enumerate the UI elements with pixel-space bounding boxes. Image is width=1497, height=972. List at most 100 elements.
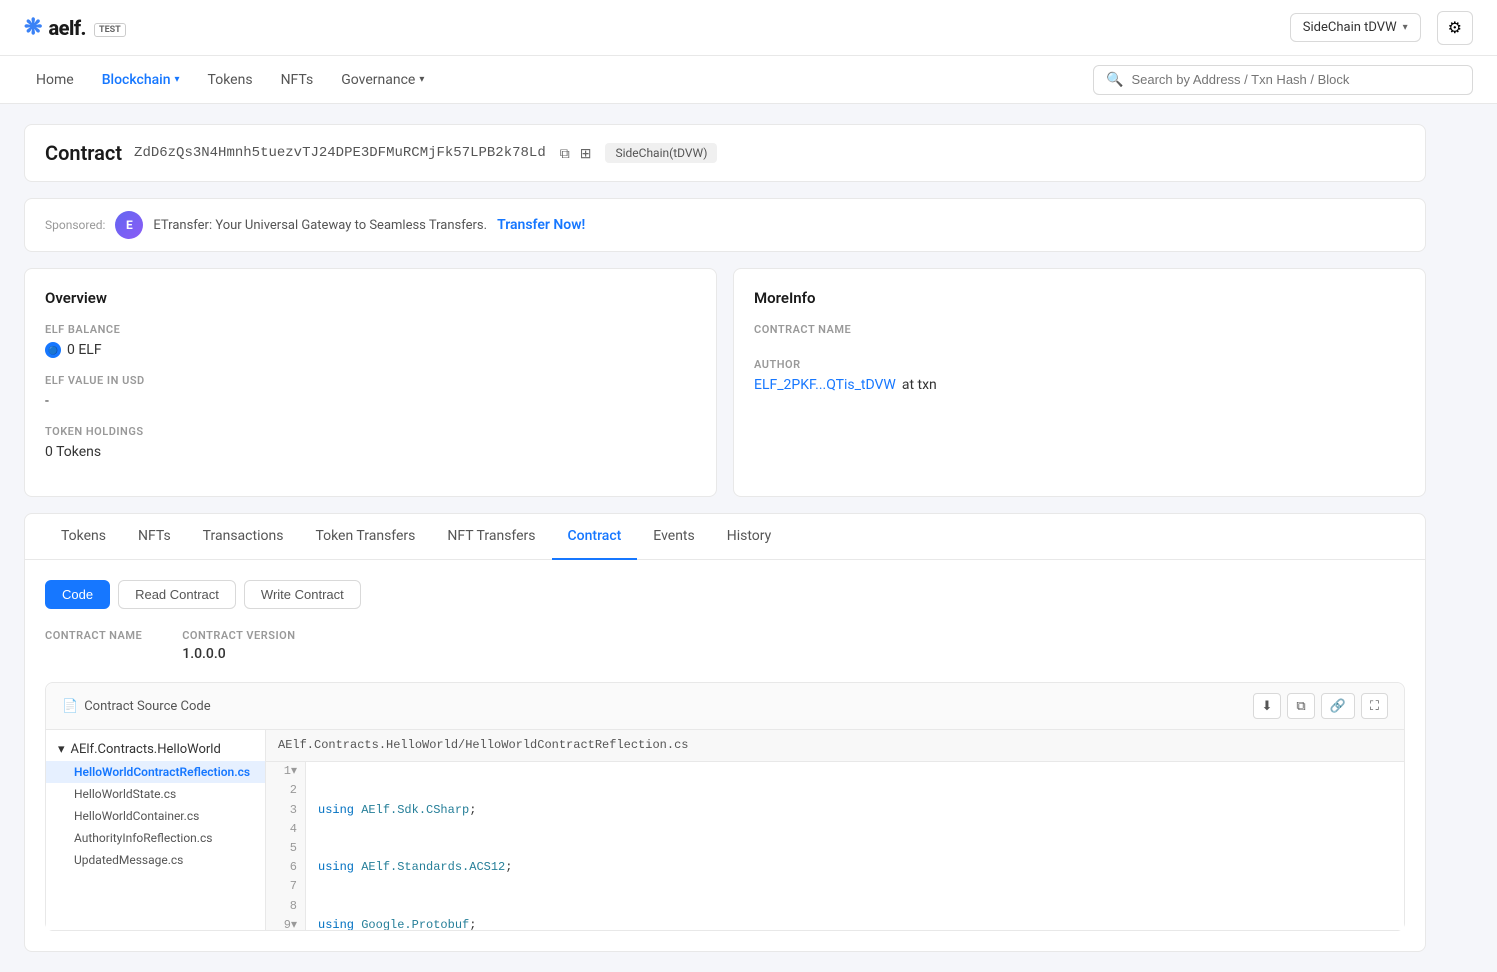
contract-version-info: CONTRACT VERSION 1.0.0.0 (182, 629, 295, 662)
header: ❋ aelf. TEST SideChain tDVW ▾ ⚙ (0, 0, 1497, 56)
nav-blockchain-label: Blockchain (102, 72, 171, 88)
more-info-title: MoreInfo (754, 289, 1405, 307)
search-icon: 🔍 (1106, 72, 1123, 88)
nav-item-blockchain[interactable]: Blockchain ▾ (90, 64, 192, 96)
source-actions: ⬇ ⧉ 🔗 ⛶ (1253, 693, 1389, 719)
code-line-3: using Google.Protobuf; (318, 916, 693, 930)
token-holdings-value: 0 Tokens (45, 444, 696, 460)
folder-name: AElf.Contracts.HelloWorld (71, 742, 221, 757)
elf-value-field: ELF VALUE IN USD - (45, 374, 696, 409)
chevron-down-icon: ▾ (419, 74, 424, 85)
contract-name-field: CONTRACT NAME (754, 323, 1405, 342)
version-label: CONTRACT VERSION (182, 629, 295, 642)
sub-tabs: Code Read Contract Write Contract (45, 580, 1405, 609)
tab-contract[interactable]: Contract (552, 514, 638, 560)
line-num-5: 5 (274, 839, 297, 858)
elf-value: - (45, 393, 696, 409)
tab-transactions[interactable]: Transactions (187, 514, 300, 560)
file-item-4[interactable]: UpdatedMessage.cs (46, 849, 265, 871)
chain-selector-label: SideChain tDVW (1303, 20, 1397, 35)
author-suffix: at txn (902, 377, 937, 393)
code-line-1: using AElf.Sdk.CSharp; (318, 801, 693, 820)
code-content: 1▾ 2 3 4 5 6 7 8 9▾ 10 11▾ (266, 762, 1404, 930)
settings-button[interactable]: ⚙ (1437, 11, 1473, 45)
page-content: Contract ZdD6zQs3N4Hmnh5tuezvTJ24DPE3DFM… (0, 104, 1450, 972)
file-tree: ▾ AElf.Contracts.HelloWorld HelloWorldCo… (46, 730, 266, 930)
nav-item-tokens[interactable]: Tokens (196, 64, 265, 96)
chevron-down-icon: ▾ (175, 74, 180, 85)
elf-balance-field: ELF BALANCE 🔵 0 ELF (45, 323, 696, 358)
nav-item-home[interactable]: Home (24, 64, 86, 96)
chain-selector[interactable]: SideChain tDVW ▾ (1290, 13, 1421, 42)
author-label: AUTHOR (754, 358, 1405, 371)
tab-nfts[interactable]: NFTs (122, 514, 187, 560)
tab-events[interactable]: Events (637, 514, 710, 560)
sub-tab-read-contract[interactable]: Read Contract (118, 580, 236, 609)
elf-value-label: ELF VALUE IN USD (45, 374, 696, 387)
contract-name-info: CONTRACT NAME (45, 629, 142, 662)
contract-name-label: CONTRACT NAME (754, 323, 1405, 336)
test-badge: TEST (94, 23, 126, 37)
author-value: ELF_2PKF...QTis_tDVW at txn (754, 377, 1405, 393)
source-section: 📄 Contract Source Code ⬇ ⧉ 🔗 ⛶ ▾ (45, 682, 1405, 931)
tab-tokens[interactable]: Tokens (45, 514, 122, 560)
line-num-6: 6 (274, 858, 297, 877)
logo-icon: ❋ (24, 15, 42, 40)
contract-address: ZdD6zQs3N4Hmnh5tuezvTJ24DPE3DFMuRCMjFk57… (134, 145, 546, 161)
sub-tab-code[interactable]: Code (45, 580, 110, 609)
sponsored-link[interactable]: Transfer Now! (497, 217, 585, 233)
sub-tab-write-contract[interactable]: Write Contract (244, 580, 361, 609)
search-bar[interactable]: 🔍 (1093, 65, 1473, 95)
file-item-3[interactable]: AuthorityInfoReflection.cs (46, 827, 265, 849)
tab-token-transfers[interactable]: Token Transfers (299, 514, 431, 560)
token-holdings-label: TOKEN HOLDINGS (45, 425, 696, 438)
nav-item-nfts[interactable]: NFTs (269, 64, 326, 96)
navigation: Home Blockchain ▾ Tokens NFTs Governance… (0, 56, 1497, 104)
tabs-content: Code Read Contract Write Contract CONTRA… (25, 560, 1425, 951)
gear-icon: ⚙ (1448, 20, 1462, 37)
download-button[interactable]: ⬇ (1253, 693, 1282, 719)
file-item-0[interactable]: HelloWorldContractReflection.cs (46, 761, 265, 783)
elf-icon: 🔵 (45, 342, 61, 358)
author-link[interactable]: ELF_2PKF...QTis_tDVW (754, 377, 896, 393)
copy-address-button[interactable]: ⧉ (558, 143, 572, 164)
source-title: 📄 Contract Source Code (62, 699, 211, 714)
nav-item-governance[interactable]: Governance ▾ (329, 64, 436, 96)
sponsored-label: Sponsored: (45, 218, 105, 232)
folder-hello-world[interactable]: ▾ AElf.Contracts.HelloWorld (46, 738, 265, 761)
logo[interactable]: ❋ aelf. TEST (24, 15, 126, 40)
code-editor: AElf.Contracts.HelloWorld/HelloWorldCont… (266, 730, 1404, 930)
code-line-2: using AElf.Standards.ACS12; (318, 858, 693, 877)
tab-nft-transfers[interactable]: NFT Transfers (431, 514, 551, 560)
line-num-1: 1▾ (274, 762, 297, 781)
copy-code-button[interactable]: ⧉ (1287, 693, 1314, 719)
tab-history[interactable]: History (711, 514, 788, 560)
version-value: 1.0.0.0 (182, 646, 295, 662)
qr-code-button[interactable]: ⊞ (578, 143, 594, 164)
search-input[interactable] (1131, 72, 1460, 87)
token-holdings-field: TOKEN HOLDINGS 0 Tokens (45, 425, 696, 460)
line-num-8: 8 (274, 897, 297, 916)
code-lines: using AElf.Sdk.CSharp; using AElf.Standa… (306, 762, 705, 930)
folder-collapse-icon: ▾ (58, 742, 65, 757)
logo-text: aelf. (48, 16, 86, 40)
file-item-1[interactable]: HelloWorldState.cs (46, 783, 265, 805)
code-file-path: AElf.Contracts.HelloWorld/HelloWorldCont… (266, 730, 1404, 762)
more-info-card: MoreInfo CONTRACT NAME AUTHOR ELF_2PKF..… (733, 268, 1426, 497)
source-header: 📄 Contract Source Code ⬇ ⧉ 🔗 ⛶ (46, 683, 1404, 730)
file-item-2[interactable]: HelloWorldContainer.cs (46, 805, 265, 827)
elf-balance-label: ELF BALANCE (45, 323, 696, 336)
contract-info-row: CONTRACT NAME CONTRACT VERSION 1.0.0.0 (45, 629, 1405, 662)
overview-title: Overview (45, 289, 696, 307)
expand-button[interactable]: ⛶ (1361, 693, 1388, 719)
info-row: Overview ELF BALANCE 🔵 0 ELF ELF VALUE I… (24, 268, 1426, 497)
source-body: ▾ AElf.Contracts.HelloWorld HelloWorldCo… (46, 730, 1404, 930)
line-num-2: 2 (274, 781, 297, 800)
sponsor-icon: E (115, 211, 143, 239)
line-num-9: 9▾ (274, 916, 297, 930)
link-button[interactable]: 🔗 (1321, 693, 1355, 719)
chain-badge: SideChain(tDVW) (605, 143, 717, 163)
contract-icons: ⧉ ⊞ (558, 143, 594, 164)
contract-name-info-label: CONTRACT NAME (45, 629, 142, 642)
chevron-down-icon: ▾ (1403, 22, 1408, 33)
